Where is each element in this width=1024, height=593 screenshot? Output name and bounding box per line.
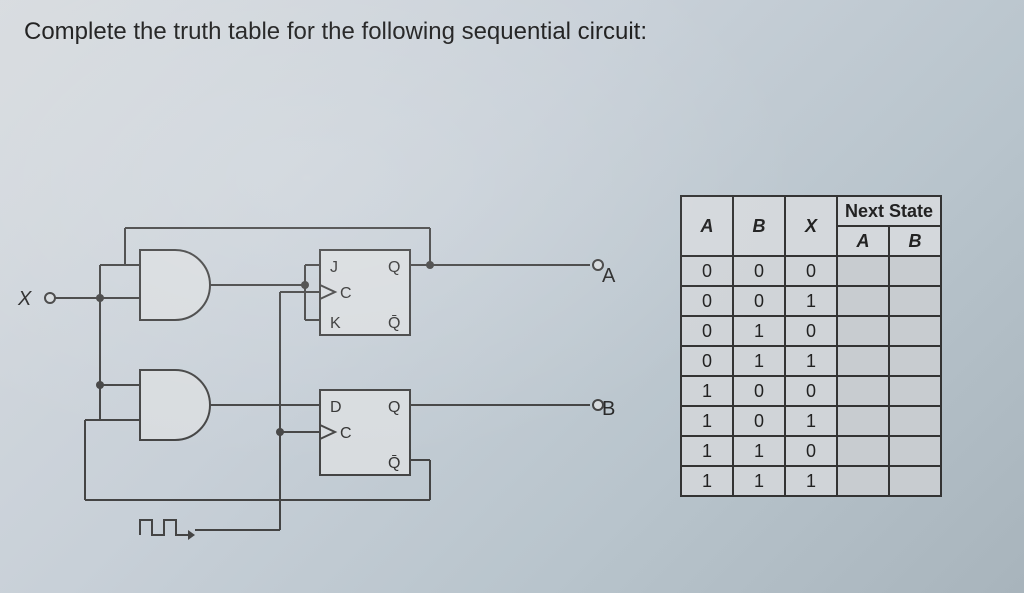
table-row: 111 <box>681 466 941 496</box>
label-qbar-d: Q̄ <box>388 455 400 472</box>
cell: 1 <box>785 466 837 496</box>
cell: 0 <box>733 256 785 286</box>
truth-table: A B X Next State A B 000 001 010 011 100… <box>680 195 942 497</box>
cell: 1 <box>733 346 785 376</box>
cell-empty <box>889 466 941 496</box>
cell: 0 <box>733 376 785 406</box>
cell-empty <box>889 316 941 346</box>
label-d: D <box>330 399 342 416</box>
cell-empty <box>837 406 889 436</box>
cell: 1 <box>733 436 785 466</box>
node-icon <box>301 281 309 289</box>
circuit-svg: J Q C K Q̄ D Q C Q̄ <box>40 220 660 560</box>
terminal-x-icon <box>45 293 55 303</box>
cell: 1 <box>733 466 785 496</box>
col-header-x: X <box>785 196 837 256</box>
cell: 0 <box>733 286 785 316</box>
cell: 1 <box>681 406 733 436</box>
cell-empty <box>889 406 941 436</box>
cell: 1 <box>733 316 785 346</box>
cell-empty <box>889 346 941 376</box>
arrow-icon <box>188 530 195 540</box>
label-q-d: Q <box>388 399 400 416</box>
table-row: 000 <box>681 256 941 286</box>
cell: 1 <box>681 466 733 496</box>
cell: 0 <box>681 256 733 286</box>
cell-empty <box>837 256 889 286</box>
cell-empty <box>837 376 889 406</box>
col-header-a: A <box>681 196 733 256</box>
and-gate-top-icon <box>140 250 210 320</box>
cell-empty <box>889 436 941 466</box>
label-qbar-jk: Q̄ <box>388 315 400 332</box>
input-label-x: X <box>18 288 31 311</box>
cell-empty <box>837 436 889 466</box>
cell: 0 <box>681 286 733 316</box>
col-header-b: B <box>733 196 785 256</box>
label-j: J <box>330 259 338 276</box>
circuit-diagram: J Q C K Q̄ D Q C Q̄ <box>40 220 660 560</box>
cell: 1 <box>785 346 837 376</box>
terminal-a-icon <box>593 260 603 270</box>
label-c-d: C <box>340 425 352 442</box>
cell: 0 <box>785 376 837 406</box>
col-header-next-b: B <box>889 226 941 256</box>
node-icon <box>276 428 284 436</box>
cell-empty <box>837 316 889 346</box>
table-row: 011 <box>681 346 941 376</box>
label-c-jk: C <box>340 285 352 302</box>
table-row: 100 <box>681 376 941 406</box>
table-row: 110 <box>681 436 941 466</box>
label-k: K <box>330 315 341 332</box>
clock-waveform-icon <box>140 520 188 535</box>
cell: 0 <box>681 316 733 346</box>
table-row: 001 <box>681 286 941 316</box>
cell-empty <box>889 256 941 286</box>
label-q-jk: Q <box>388 259 400 276</box>
cell-empty <box>837 466 889 496</box>
cell: 1 <box>681 376 733 406</box>
col-header-next-state: Next State <box>837 196 941 226</box>
cell-empty <box>889 286 941 316</box>
table-row: 101 <box>681 406 941 436</box>
cell: 0 <box>785 316 837 346</box>
cell: 0 <box>785 436 837 466</box>
cell-empty <box>837 346 889 376</box>
cell: 1 <box>785 286 837 316</box>
terminal-b-icon <box>593 400 603 410</box>
col-header-next-a: A <box>837 226 889 256</box>
cell-empty <box>889 376 941 406</box>
cell-empty <box>837 286 889 316</box>
and-gate-bottom-icon <box>140 370 210 440</box>
cell: 1 <box>785 406 837 436</box>
cell: 0 <box>785 256 837 286</box>
cell: 0 <box>733 406 785 436</box>
cell: 0 <box>681 346 733 376</box>
table-row: 010 <box>681 316 941 346</box>
question-text: Complete the truth table for the followi… <box>24 18 647 46</box>
truth-table-body: 000 001 010 011 100 101 110 111 <box>681 256 941 496</box>
cell: 1 <box>681 436 733 466</box>
